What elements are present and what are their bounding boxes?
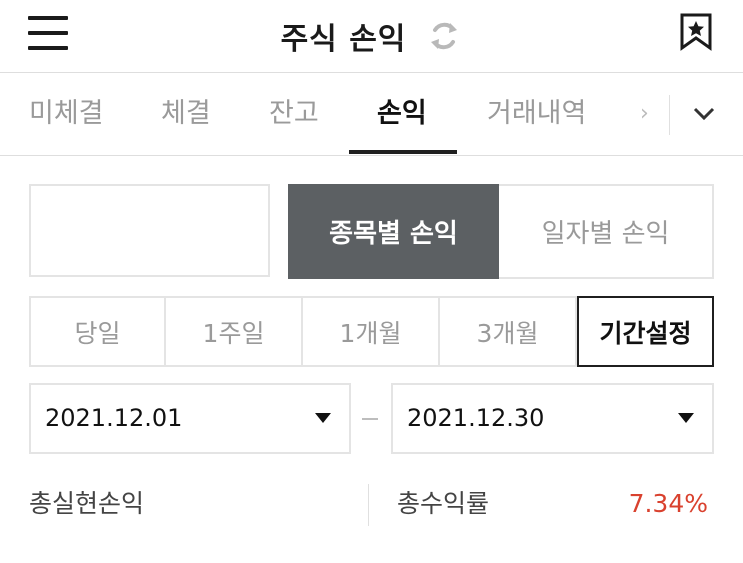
total-realized-pl-label: 총실현손익 (29, 489, 145, 518)
tab-unfilled[interactable]: 미체결 (29, 73, 104, 155)
page-title: 주식 손익 (280, 22, 407, 57)
dropdown-arrow-icon (678, 413, 694, 423)
chevron-down-glyph (693, 107, 715, 121)
empty-placeholder-box (29, 184, 270, 277)
active-tab-indicator (349, 150, 457, 154)
tab-balance[interactable]: 잔고 (269, 73, 319, 155)
period-today[interactable]: 당일 (29, 296, 166, 367)
tab-overflow-fade: › (640, 101, 649, 126)
end-date-select[interactable]: 2021.12.30 (391, 383, 714, 454)
app-header: 주식 손익 (0, 0, 743, 73)
date-range-separator (362, 418, 378, 420)
period-custom[interactable]: 기간설정 (577, 296, 714, 367)
tab-transaction-history[interactable]: 거래내역 (487, 73, 586, 155)
refresh-icon[interactable] (426, 18, 462, 54)
segment-by-date[interactable]: 일자별 손익 (499, 184, 714, 279)
bookmark-star-icon[interactable] (679, 13, 713, 51)
start-date-select[interactable]: 2021.12.01 (29, 383, 351, 454)
tab-divider (669, 95, 670, 135)
tab-profit-loss[interactable]: 손익 (377, 73, 427, 155)
tab-bar: 미체결 체결 잔고 손익 거래내역 › (0, 73, 743, 156)
summary-divider (368, 484, 369, 526)
dropdown-arrow-icon (315, 413, 331, 423)
start-date-value: 2021.12.01 (45, 404, 183, 432)
total-return-value: 7.34% (628, 489, 708, 518)
period-3-months[interactable]: 3개월 (440, 296, 577, 367)
period-1-week[interactable]: 1주일 (166, 296, 303, 367)
period-1-month[interactable]: 1개월 (303, 296, 440, 367)
chevron-down-icon[interactable] (678, 73, 730, 155)
end-date-value: 2021.12.30 (407, 404, 545, 432)
total-return-label: 총수익률 (397, 489, 490, 518)
title-bar: 주식 손익 (0, 0, 743, 72)
segment-by-stock[interactable]: 종목별 손익 (288, 184, 499, 279)
tab-filled[interactable]: 체결 (161, 73, 211, 155)
menu-icon[interactable] (28, 16, 68, 50)
